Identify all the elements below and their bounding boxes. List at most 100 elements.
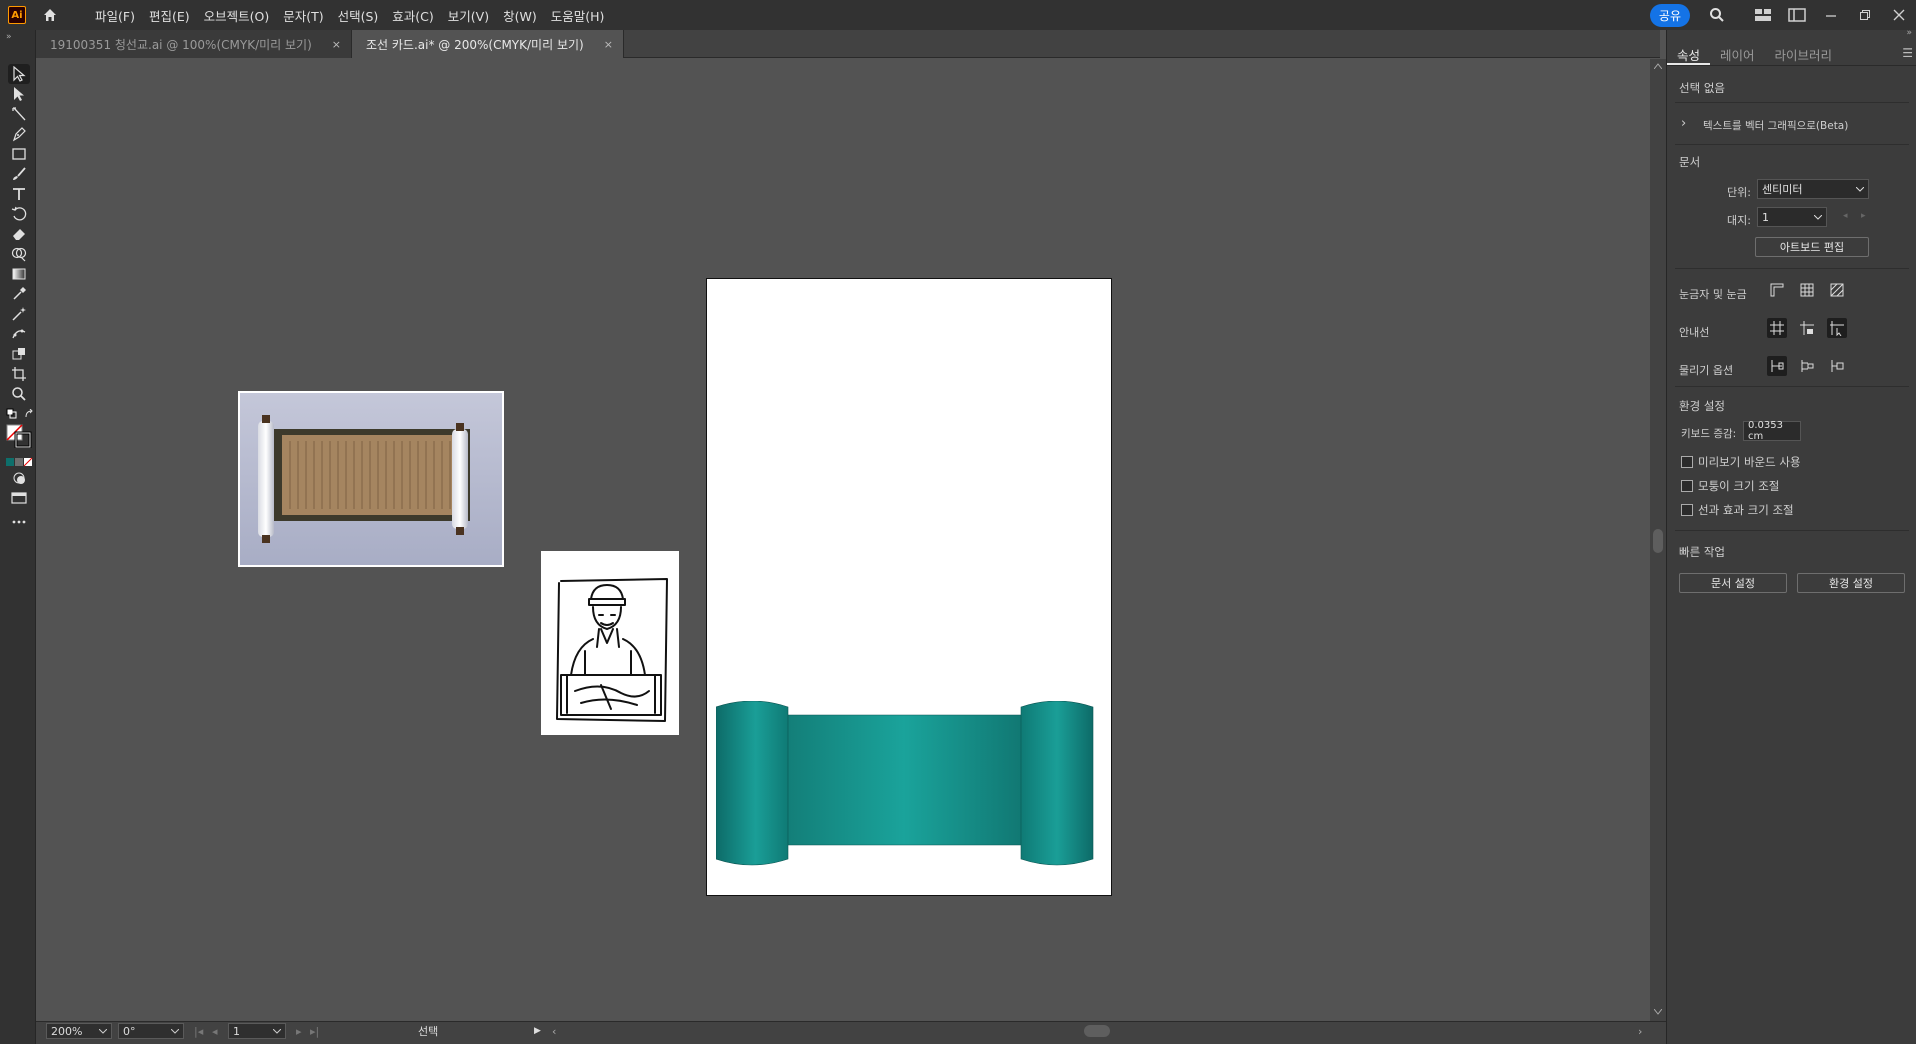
artboard-select[interactable]: 1 xyxy=(1757,207,1827,227)
menu-help[interactable]: 도움말(H) xyxy=(544,6,612,25)
smart-guides-icon[interactable] xyxy=(1827,318,1847,338)
restore-icon[interactable] xyxy=(1854,4,1876,26)
rotation-field[interactable]: 0° xyxy=(118,1023,184,1039)
tab-libraries[interactable]: 라이브러리 xyxy=(1765,42,1843,65)
vertical-scrollbar[interactable] xyxy=(1650,59,1666,1021)
more-tools-icon[interactable] xyxy=(8,512,30,532)
menu-type[interactable]: 문자(T) xyxy=(276,6,330,25)
scholar-sketch-image[interactable] xyxy=(541,551,679,735)
snap-options-label: 물리기 옵션 xyxy=(1679,364,1734,377)
document-section-title: 문서 xyxy=(1679,155,1701,169)
scale-corners-checkbox[interactable]: 모퉁이 크기 조절 xyxy=(1681,478,1779,494)
puppet-warp-tool-icon[interactable] xyxy=(8,324,30,344)
status-menu-arrow-icon[interactable]: ▶ xyxy=(534,1022,541,1040)
next-artboard-arrow-icon[interactable]: ▸ xyxy=(1861,211,1866,221)
fill-stroke-swatch[interactable] xyxy=(6,424,32,451)
artboard-number-field[interactable]: 1 xyxy=(228,1023,286,1039)
units-select[interactable]: 센티미터 xyxy=(1757,179,1869,199)
menu-edit[interactable]: 편집(E) xyxy=(142,6,197,25)
scroll-photo-image[interactable] xyxy=(238,391,504,567)
properties-panel: » 속성 레이어 라이브러리 ☰ 선택 없음 › 텍스트를 벡터 그래픽으로(B… xyxy=(1666,28,1916,1044)
collapse-panel-icon[interactable]: » xyxy=(1906,28,1912,38)
scroll-left-icon[interactable]: ‹ xyxy=(552,1022,556,1040)
ruler-icon[interactable] xyxy=(1767,280,1787,300)
rotate-tool-icon[interactable] xyxy=(8,204,30,224)
menu-view[interactable]: 보기(V) xyxy=(441,6,496,25)
current-tool-label: 선택 xyxy=(418,1025,439,1038)
close-tab-icon[interactable]: × xyxy=(604,38,613,51)
tab-document-2[interactable]: 조선 카드.ai* @ 200%(CMYK/미리 보기) × xyxy=(351,30,624,58)
menu-object[interactable]: 오브젝트(O) xyxy=(197,6,277,25)
minimize-icon[interactable] xyxy=(1820,4,1842,26)
rectangle-tool-icon[interactable] xyxy=(8,144,30,164)
magic-wand-tool-icon[interactable] xyxy=(8,304,30,324)
home-icon[interactable] xyxy=(40,5,60,25)
quick-actions-section-title: 빠른 작업 xyxy=(1679,545,1725,559)
menu-file[interactable]: 파일(F) xyxy=(88,6,142,25)
close-tab-icon[interactable]: × xyxy=(332,38,341,51)
snap-to-point-icon[interactable] xyxy=(1767,356,1787,376)
gradient-tool-icon[interactable] xyxy=(8,264,30,284)
last-artboard-icon[interactable]: ▸| xyxy=(310,1022,319,1040)
default-colors-icon[interactable] xyxy=(6,408,18,423)
first-artboard-icon[interactable]: |◂ xyxy=(194,1022,203,1040)
document-setup-button[interactable]: 문서 설정 xyxy=(1679,573,1787,593)
paintbrush-tool-icon[interactable] xyxy=(8,164,30,184)
collapse-toolbar-icon[interactable]: » xyxy=(6,32,12,42)
direct-selection-tool-icon[interactable] xyxy=(8,84,30,104)
zoom-tool-icon[interactable] xyxy=(8,384,30,404)
lock-guides-icon[interactable] xyxy=(1797,318,1817,338)
zoom-level-field[interactable]: 200% xyxy=(46,1023,112,1039)
edit-artboard-button[interactable]: 아트보드 편집 xyxy=(1755,237,1869,257)
transparency-grid-icon[interactable] xyxy=(1827,280,1847,300)
preferences-button[interactable]: 환경 설정 xyxy=(1797,573,1905,593)
keyboard-increment-value: 0.0353 cm xyxy=(1748,420,1783,442)
close-window-icon[interactable] xyxy=(1888,4,1910,26)
vectorize-text-link[interactable]: 텍스트를 벡터 그래픽으로(Beta) xyxy=(1703,118,1848,133)
snap-to-grid-icon[interactable] xyxy=(1797,356,1817,376)
eyedropper-tool-icon[interactable] xyxy=(8,284,30,304)
show-guides-icon[interactable] xyxy=(1767,318,1787,338)
canvas[interactable] xyxy=(36,59,1650,1021)
line-tool-icon[interactable] xyxy=(8,104,30,124)
selection-tool-icon[interactable] xyxy=(8,64,30,84)
grid-icon[interactable] xyxy=(1797,280,1817,300)
menu-effect[interactable]: 효과(C) xyxy=(385,6,440,25)
keyboard-increment-input[interactable]: 0.0353 cm xyxy=(1743,420,1801,442)
draw-mode-icon[interactable] xyxy=(8,468,30,488)
scale-strokes-checkbox[interactable]: 선과 효과 크기 조절 xyxy=(1681,502,1794,518)
artboard-tool-icon[interactable] xyxy=(8,364,30,384)
scale-corners-label: 모퉁이 크기 조절 xyxy=(1698,479,1780,493)
next-artboard-icon[interactable]: ▸ xyxy=(296,1022,302,1040)
chevron-right-icon[interactable]: › xyxy=(1681,116,1686,131)
shape-builder-tool-icon[interactable] xyxy=(8,244,30,264)
panel-menu-icon[interactable]: ☰ xyxy=(1902,46,1913,60)
artboard-label: 대지: xyxy=(1727,214,1751,227)
pen-tool-icon[interactable] xyxy=(8,124,30,144)
use-preview-bounds-checkbox[interactable]: 미리보기 바운드 사용 xyxy=(1681,454,1801,470)
swap-colors-icon[interactable] xyxy=(24,408,34,422)
vertical-scroll-thumb[interactable] xyxy=(1653,529,1663,553)
units-label: 단위: xyxy=(1727,186,1751,199)
arrange-documents-icon[interactable] xyxy=(1752,4,1774,26)
menu-select[interactable]: 선택(S) xyxy=(331,6,386,25)
share-button[interactable]: 공유 xyxy=(1649,3,1690,27)
tab-properties[interactable]: 속성 xyxy=(1667,42,1711,65)
previous-artboard-icon[interactable]: ◂ xyxy=(212,1022,218,1040)
workspace-switcher-icon[interactable] xyxy=(1786,4,1808,26)
snap-to-pixel-icon[interactable] xyxy=(1827,356,1847,376)
menu-window[interactable]: 창(W) xyxy=(496,6,544,25)
scroll-right-icon[interactable]: › xyxy=(1638,1022,1642,1040)
teal-scroll-banner[interactable] xyxy=(716,701,1100,867)
keyboard-increment-label: 키보드 증감: xyxy=(1681,428,1737,440)
tab-document-1[interactable]: 19100351 청선교.ai @ 100%(CMYK/미리 보기) × xyxy=(36,30,352,58)
screen-mode-icon[interactable] xyxy=(8,488,30,508)
previous-artboard-arrow-icon[interactable]: ◂ xyxy=(1843,211,1848,221)
horizontal-scroll-thumb[interactable] xyxy=(1084,1025,1110,1037)
artboard[interactable] xyxy=(706,278,1112,896)
eraser-tool-icon[interactable] xyxy=(8,224,30,244)
tab-layers[interactable]: 레이어 xyxy=(1710,42,1765,65)
search-icon[interactable] xyxy=(1706,4,1728,26)
live-paint-tool-icon[interactable] xyxy=(8,344,30,364)
type-tool-icon[interactable] xyxy=(8,184,30,204)
